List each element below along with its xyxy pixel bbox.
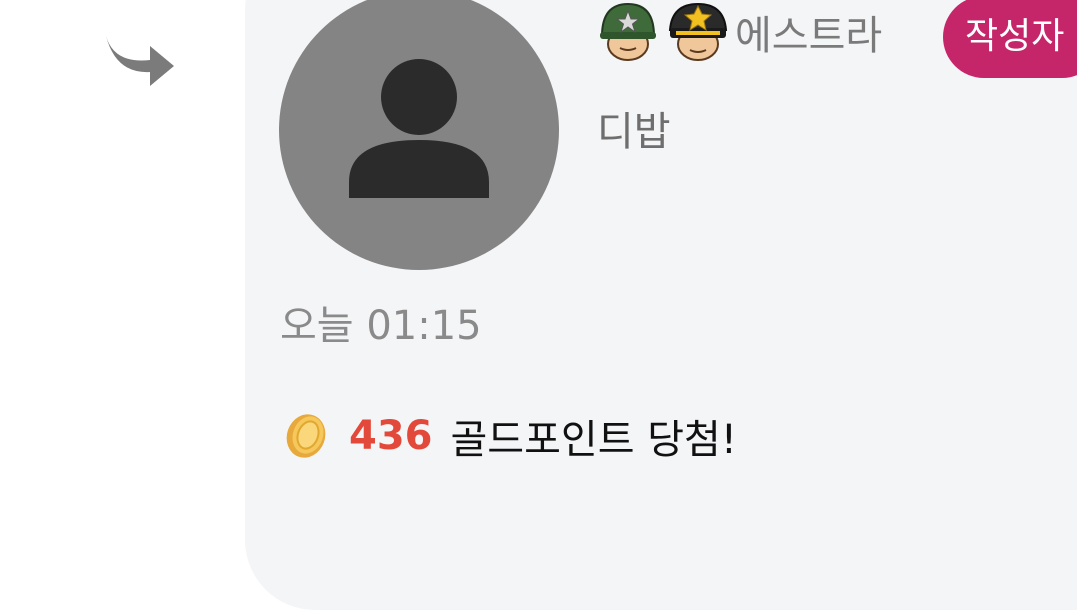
gold-coin-icon (286, 414, 326, 458)
reward-message: 골드포인트 당첨! (450, 417, 737, 463)
officer-cap-icon (668, 2, 728, 61)
comment-reply-view: 에스트라 작성자 디밥 오늘 01:15 436 골드포인트 당첨! (0, 0, 1077, 614)
comment-timestamp: 오늘 01:15 (280, 303, 482, 349)
user-badges (596, 0, 736, 62)
user-avatar[interactable] (279, 0, 559, 270)
gold-point-reward: 436 골드포인트 당첨! (283, 408, 737, 464)
reward-points: 436 (349, 413, 433, 459)
comment-text: 디밥 (597, 109, 671, 155)
author-badge: 작성자 (943, 0, 1077, 78)
default-user-icon (349, 59, 489, 198)
army-helmet-icon (600, 2, 656, 61)
reply-arrow-icon (106, 36, 174, 86)
user-nickname[interactable]: 에스트라 (735, 10, 882, 62)
